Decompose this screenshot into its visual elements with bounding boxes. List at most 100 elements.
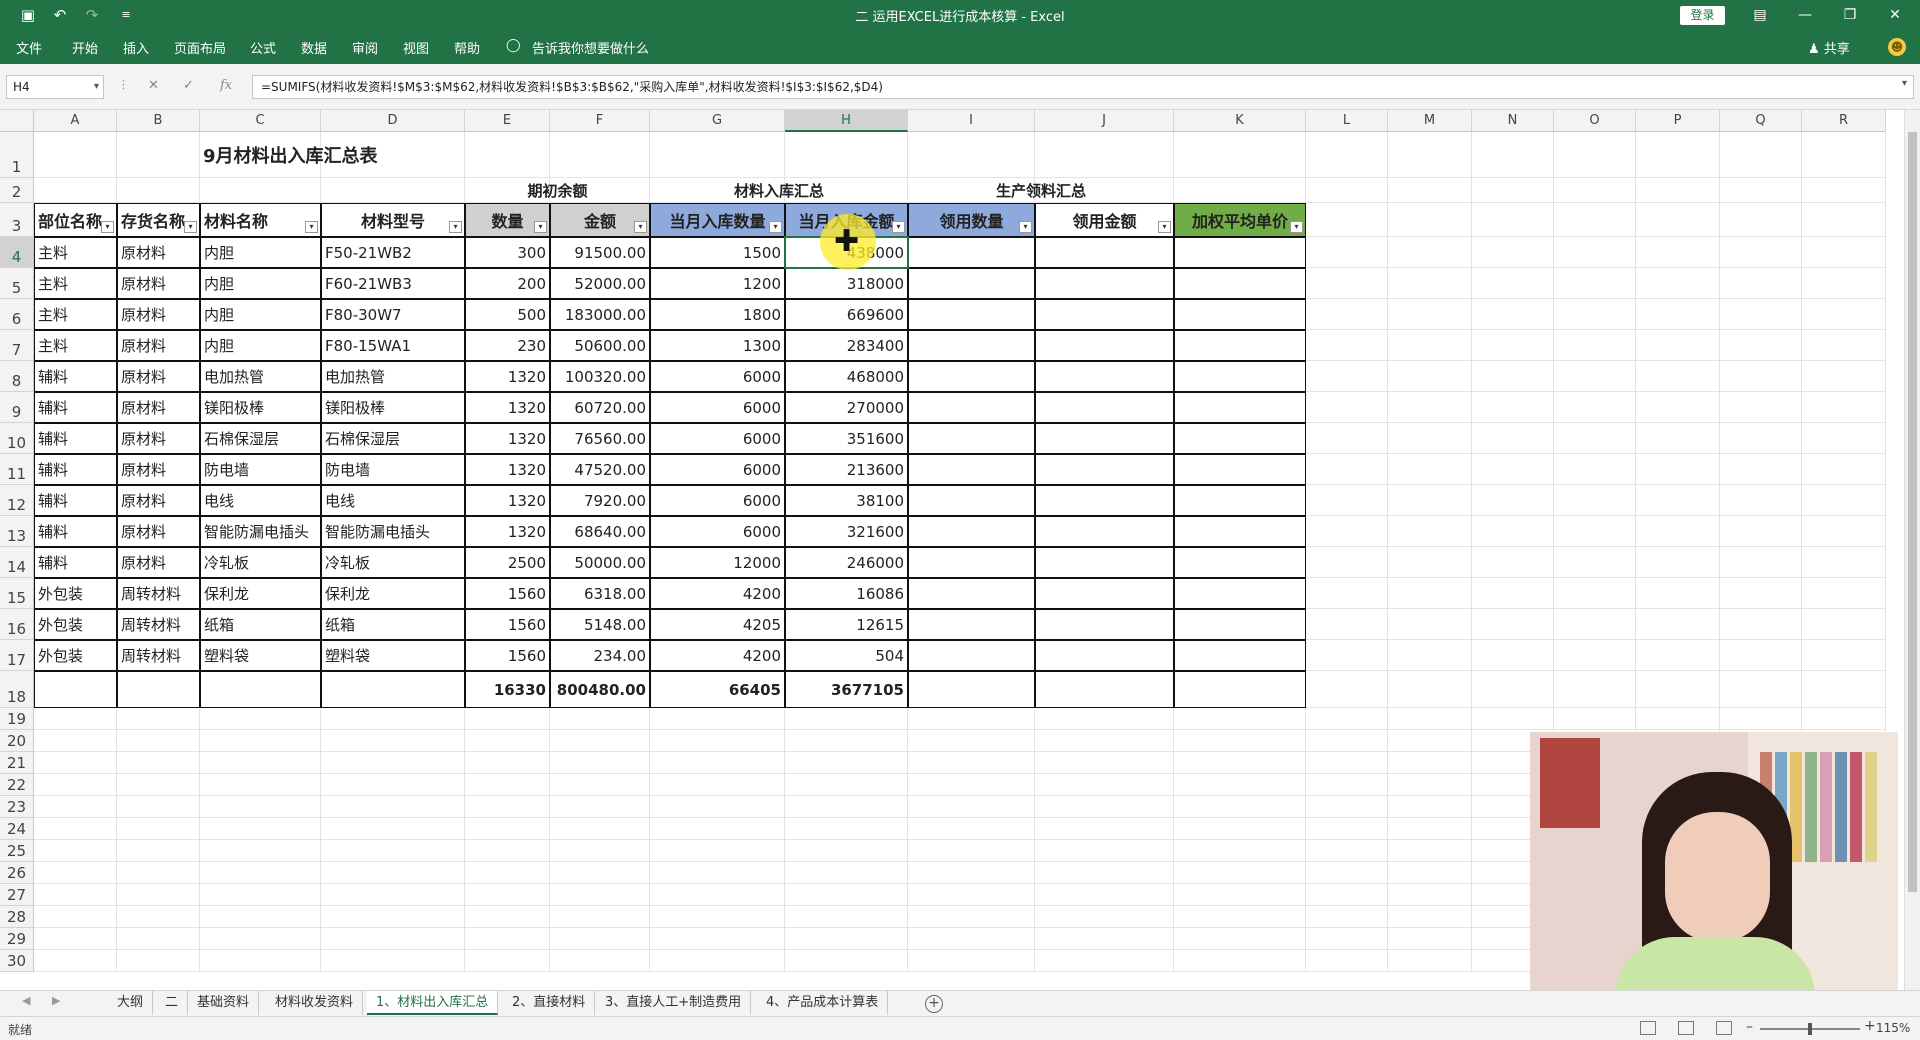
table-cell[interactable]: 防电墙 — [321, 454, 465, 485]
table-cell[interactable]: 283400 — [785, 330, 908, 361]
row-header[interactable]: 8 — [0, 361, 34, 392]
table-cell[interactable]: 辅料 — [34, 485, 117, 516]
tab-file[interactable]: 文件 — [16, 38, 42, 57]
table-cell[interactable]: 原材料 — [117, 454, 200, 485]
table-cell[interactable]: 镁阳极棒 — [200, 392, 321, 423]
name-box[interactable]: H4 ▾ — [6, 75, 104, 99]
table-cell[interactable] — [1035, 299, 1174, 330]
sheet-tab[interactable]: 材料收发资料 — [266, 991, 364, 1015]
table-cell[interactable]: 504 — [785, 640, 908, 671]
row-header[interactable]: 12 — [0, 485, 34, 516]
row-header[interactable]: 16 — [0, 609, 34, 640]
table-cell[interactable] — [1174, 268, 1306, 299]
row-header[interactable]: 20 — [0, 730, 34, 752]
filter-dropdown-icon[interactable]: ▾ — [305, 221, 318, 233]
sheet-tab[interactable]: 4、产品成本计算表 — [757, 991, 889, 1015]
sheet-tab[interactable]: 基础资料 — [188, 991, 260, 1015]
table-cell[interactable] — [1035, 516, 1174, 547]
row-header[interactable]: 29 — [0, 928, 34, 950]
filter-dropdown-icon[interactable]: ▾ — [449, 221, 462, 233]
column-header[interactable]: N — [1472, 110, 1554, 132]
table-cell[interactable]: 321600 — [785, 516, 908, 547]
table-cell[interactable]: 669600 — [785, 299, 908, 330]
table-cell[interactable]: 原材料 — [117, 268, 200, 299]
page-layout-view-icon[interactable] — [1678, 1021, 1694, 1035]
total-cell[interactable] — [34, 671, 117, 708]
table-cell[interactable]: 1300 — [650, 330, 785, 361]
row-header[interactable]: 28 — [0, 906, 34, 928]
filter-dropdown-icon[interactable]: ▾ — [1290, 221, 1303, 233]
table-cell[interactable]: 1560 — [465, 640, 550, 671]
table-cell[interactable]: 246000 — [785, 547, 908, 578]
row-header[interactable]: 3 — [0, 203, 34, 237]
column-header[interactable]: E — [465, 110, 550, 132]
table-cell[interactable] — [1174, 640, 1306, 671]
column-header[interactable]: L — [1306, 110, 1388, 132]
table-cell[interactable]: 主料 — [34, 237, 117, 268]
table-cell[interactable]: 1320 — [465, 423, 550, 454]
table-cell[interactable] — [1035, 454, 1174, 485]
row-header[interactable]: 10 — [0, 423, 34, 454]
zoom-level[interactable]: 115% — [1876, 1021, 1910, 1035]
sheet-tab[interactable]: 3、直接人工+制造费用 — [596, 991, 752, 1015]
table-cell[interactable]: 原材料 — [117, 516, 200, 547]
table-cell[interactable]: 38100 — [785, 485, 908, 516]
table-cell[interactable] — [1035, 237, 1174, 268]
row-header[interactable]: 14 — [0, 547, 34, 578]
table-cell[interactable]: 183000.00 — [550, 299, 650, 330]
row-header[interactable]: 25 — [0, 840, 34, 862]
table-cell[interactable] — [1174, 485, 1306, 516]
table-cell[interactable] — [1035, 268, 1174, 299]
ribbon-display-icon[interactable]: ▤ — [1740, 3, 1780, 27]
chevron-down-icon[interactable]: ▾ — [94, 76, 99, 98]
table-cell[interactable]: 6000 — [650, 423, 785, 454]
table-header-cell[interactable]: 存货名称 ▾ — [117, 203, 200, 237]
table-cell[interactable] — [1174, 392, 1306, 423]
table-header-cell[interactable]: 部位名称 ▾ — [34, 203, 117, 237]
table-cell[interactable] — [908, 361, 1035, 392]
table-cell[interactable]: 外包装 — [34, 578, 117, 609]
scroll-left-icon[interactable]: ◀ — [22, 994, 30, 1007]
sheet-tab[interactable]: 大纲 — [108, 991, 154, 1015]
page-break-view-icon[interactable] — [1716, 1021, 1732, 1035]
total-cell[interactable]: 800480.00 — [550, 671, 650, 708]
tell-me-search[interactable]: 告诉我你想要做什么 — [532, 38, 649, 57]
table-cell[interactable]: 纸箱 — [321, 609, 465, 640]
filter-dropdown-icon[interactable]: ▾ — [769, 221, 782, 233]
total-cell[interactable] — [200, 671, 321, 708]
group-header-production[interactable]: 生产领料汇总 — [908, 178, 1174, 203]
table-cell[interactable]: 内胆 — [200, 268, 321, 299]
table-cell[interactable]: 1320 — [465, 516, 550, 547]
table-cell[interactable]: 辅料 — [34, 516, 117, 547]
sheet-tab[interactable]: 2、直接材料 — [503, 991, 596, 1015]
row-header[interactable]: 23 — [0, 796, 34, 818]
row-header[interactable]: 13 — [0, 516, 34, 547]
table-cell[interactable]: 周转材料 — [117, 578, 200, 609]
table-cell[interactable]: 辅料 — [34, 454, 117, 485]
table-cell[interactable]: 16086 — [785, 578, 908, 609]
table-cell[interactable]: 5148.00 — [550, 609, 650, 640]
row-header[interactable]: 26 — [0, 862, 34, 884]
column-header[interactable]: O — [1554, 110, 1636, 132]
filter-dropdown-icon[interactable]: ▾ — [1158, 221, 1171, 233]
table-cell[interactable]: 石棉保湿层 — [200, 423, 321, 454]
table-cell[interactable]: F50-21WB2 — [321, 237, 465, 268]
table-cell[interactable]: 68640.00 — [550, 516, 650, 547]
total-cell[interactable]: 3677105 — [785, 671, 908, 708]
table-cell[interactable] — [1035, 578, 1174, 609]
table-cell[interactable]: 200 — [465, 268, 550, 299]
tab-insert[interactable]: 插入 — [123, 38, 149, 57]
table-cell[interactable]: 1560 — [465, 609, 550, 640]
table-cell[interactable]: 6318.00 — [550, 578, 650, 609]
column-header[interactable]: D — [321, 110, 465, 132]
filter-dropdown-icon[interactable]: ▾ — [634, 221, 647, 233]
table-cell[interactable]: 7920.00 — [550, 485, 650, 516]
table-cell[interactable] — [908, 454, 1035, 485]
table-cell[interactable]: 原材料 — [117, 237, 200, 268]
table-cell[interactable]: 50600.00 — [550, 330, 650, 361]
table-cell[interactable]: 原材料 — [117, 361, 200, 392]
table-cell[interactable]: 52000.00 — [550, 268, 650, 299]
table-cell[interactable]: 主料 — [34, 330, 117, 361]
normal-view-icon[interactable] — [1640, 1021, 1656, 1035]
group-header-opening[interactable]: 期初余额 — [465, 178, 650, 203]
